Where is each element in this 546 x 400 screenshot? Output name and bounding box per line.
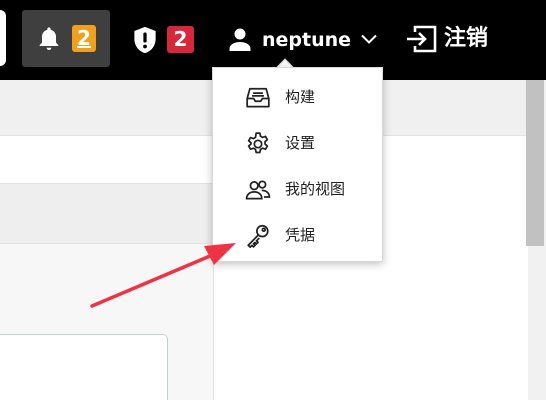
search-box[interactable]	[0, 10, 6, 66]
menu-item-settings[interactable]: 设置	[213, 123, 382, 163]
menu-item-label: 我的视图	[285, 180, 346, 198]
menu-item-label: 凭据	[285, 226, 316, 244]
menu-item-my-views[interactable]: 我的视图	[213, 169, 382, 209]
user-dropdown-menu: 构建 设置 我的视图 凭据	[212, 67, 383, 262]
notifications-button[interactable]: 2	[22, 10, 110, 67]
bell-icon	[39, 27, 59, 51]
people-icon	[245, 180, 271, 200]
chevron-down-icon[interactable]	[360, 32, 378, 46]
menu-item-label: 设置	[285, 134, 316, 152]
inbox-tray-icon	[246, 87, 270, 108]
security-alerts-badge[interactable]: 2	[167, 26, 194, 53]
user-icon[interactable]	[228, 26, 252, 52]
gear-icon	[247, 132, 269, 154]
key-icon	[247, 224, 269, 249]
username-label[interactable]: neptune	[262, 26, 351, 54]
menu-item-builds[interactable]: 构建	[213, 77, 382, 117]
logout-button[interactable]: 注销	[444, 23, 488, 55]
shield-icon[interactable]	[130, 25, 160, 55]
menu-item-label: 构建	[285, 88, 316, 106]
side-panel-header	[0, 184, 213, 244]
menu-item-credentials[interactable]: 凭据	[213, 215, 382, 255]
scrollbar-thumb[interactable]	[526, 80, 544, 246]
side-panel	[0, 183, 214, 400]
notifications-count-badge: 2	[72, 25, 96, 52]
text-area[interactable]	[0, 334, 168, 400]
logout-icon[interactable]	[405, 24, 439, 54]
